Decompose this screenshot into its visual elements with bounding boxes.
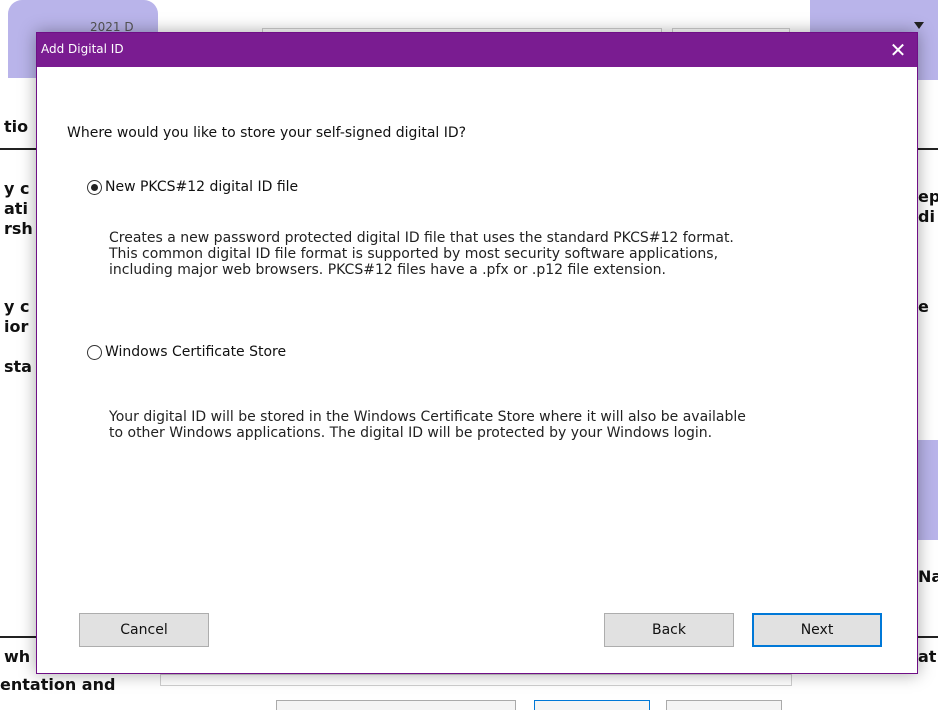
- background-text: e: [918, 297, 929, 316]
- background-button[interactable]: [276, 700, 516, 710]
- back-button[interactable]: Back: [604, 613, 734, 647]
- close-icon[interactable]: ✕: [879, 33, 917, 67]
- background-text: Na: [918, 567, 938, 586]
- description-line: including major web browsers. PKCS#12 fi…: [109, 262, 666, 278]
- background-text: sta: [4, 357, 32, 376]
- windows-store-radio-button[interactable]: [87, 344, 102, 360]
- background-text: y c: [4, 297, 30, 316]
- option-pkcs12-file[interactable]: New PKCS#12 digital ID file: [87, 179, 298, 195]
- dialog-title: Add Digital ID: [41, 42, 124, 56]
- description-line: Creates a new password protected digital…: [109, 230, 734, 246]
- pkcs12-description: Creates a new password protected digital…: [109, 230, 899, 278]
- background-divider: [0, 636, 40, 638]
- cancel-button[interactable]: Cancel: [79, 613, 209, 647]
- description-line: to other Windows applications. The digit…: [109, 425, 713, 441]
- background-text: entation and: [0, 675, 116, 694]
- background-text: wh: [4, 647, 31, 666]
- dialog-titlebar[interactable]: Add Digital ID ✕: [37, 33, 917, 67]
- background-button[interactable]: [534, 700, 650, 710]
- add-digital-id-dialog: Add Digital ID ✕ Where would you like to…: [36, 32, 918, 674]
- chevron-down-icon[interactable]: [914, 22, 924, 29]
- background-divider: [0, 148, 40, 150]
- background-field: [160, 674, 792, 686]
- background-divider: [915, 636, 938, 638]
- background-text: y c: [4, 179, 30, 198]
- pkcs12-option-label[interactable]: New PKCS#12 digital ID file: [105, 179, 298, 195]
- pkcs12-radio-button[interactable]: [87, 179, 102, 195]
- background-button[interactable]: [666, 700, 782, 710]
- option-windows-certificate-store[interactable]: Windows Certificate Store: [87, 344, 286, 360]
- background-text: ep: [918, 187, 938, 206]
- windows-store-option-label[interactable]: Windows Certificate Store: [105, 344, 286, 360]
- background-text: tio: [4, 117, 29, 136]
- background-text: ati: [4, 199, 28, 218]
- background-text: rsh: [4, 219, 33, 238]
- description-line: Your digital ID will be stored in the Wi…: [109, 409, 746, 425]
- windows-store-description: Your digital ID will be stored in the Wi…: [109, 409, 899, 441]
- storage-question: Where would you like to store your self-…: [67, 125, 467, 141]
- background-divider: [915, 148, 938, 150]
- description-line: This common digital ID file format is su…: [109, 246, 719, 262]
- next-button[interactable]: Next: [752, 613, 882, 647]
- background-text: ior: [4, 317, 29, 336]
- background-text: at: [918, 647, 937, 666]
- background-text: di: [918, 207, 935, 226]
